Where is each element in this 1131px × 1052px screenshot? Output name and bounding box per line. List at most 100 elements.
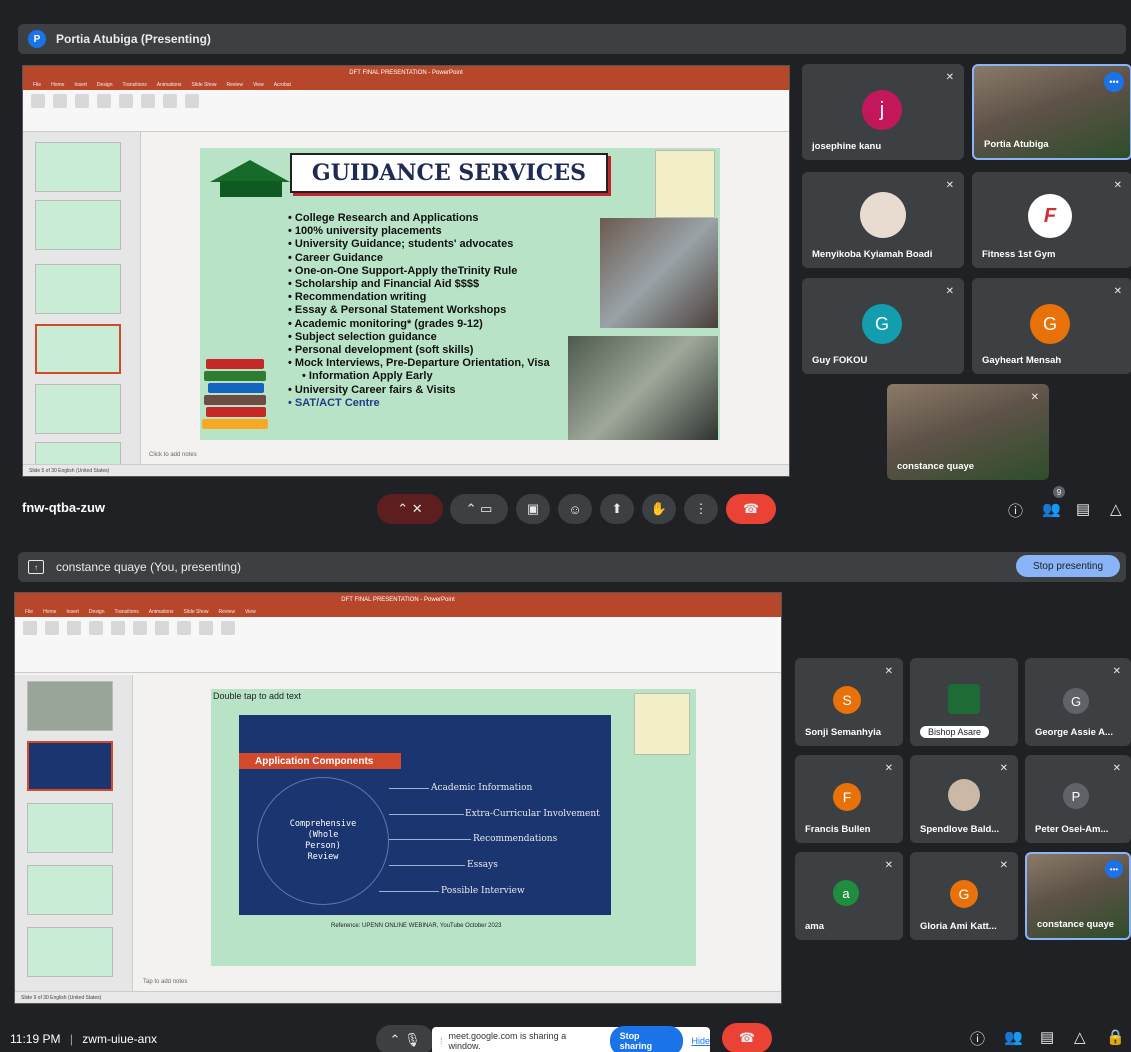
slide-thumbnail[interactable] [35,384,121,434]
stop-sharing-button[interactable]: Stop sharing [609,1026,684,1052]
double-tap-placeholder[interactable]: Double tap to add text [213,691,301,701]
slide-thumbnail-selected[interactable] [35,324,121,374]
self-view-tile[interactable]: ✕ constance quaye [887,384,1049,480]
ppt-tab[interactable]: Home [43,609,56,615]
ppt-tab[interactable]: Slide Show [184,609,209,615]
slide-thumbnail-selected[interactable] [27,741,113,791]
slide-thumbnail[interactable] [35,264,121,314]
participant-tile[interactable]: ✕ F Fitness 1st Gym [972,172,1131,268]
ppt-tab[interactable]: Review [219,609,235,615]
present-button[interactable]: ⬆ [600,494,634,524]
list-item: One-on-One Support-Apply theTrinity Rule [288,265,550,278]
slide-thumbnail[interactable] [35,200,121,250]
activities-icon[interactable]: △ [1110,500,1122,518]
notes-placeholder[interactable]: Click to add notes [149,452,197,458]
participant-tile[interactable]: ✕ G Gloria Ami Katt... [910,852,1018,940]
people-icon[interactable]: 👥 [1004,1028,1023,1046]
mic-toggle-button[interactable]: ⌃ ✕ [377,494,443,524]
ppt-tab[interactable]: Review [227,82,243,88]
slide-thumbnail[interactable] [27,927,113,977]
more-options-button[interactable]: ⋮ [684,494,718,524]
participant-tile[interactable]: ✕ G George Assie A... [1025,658,1131,746]
ppt-tab[interactable]: View [245,609,256,615]
drag-handle-icon[interactable]: ⁞ [440,1036,443,1046]
ribbon-button[interactable] [119,94,133,108]
ribbon-button[interactable] [67,621,81,635]
ribbon-button[interactable] [185,94,199,108]
ribbon-button[interactable] [23,621,37,635]
notes-placeholder[interactable]: Tap to add notes [143,979,187,985]
captions-button[interactable]: ▣ [516,494,550,524]
emoji-button[interactable]: ☺ [558,494,592,524]
info-icon[interactable]: ⓘ [1008,500,1023,521]
participant-tile-active[interactable]: ••• Portia Atubiga [972,64,1131,160]
participant-avatar: G [1063,688,1089,714]
ppt-tab[interactable]: Design [97,82,113,88]
slide-thumbnail[interactable] [35,142,121,192]
ppt-tab[interactable]: View [253,82,264,88]
participant-tile[interactable]: ✕ Spendlove Bald... [910,755,1018,843]
ribbon-button[interactable] [45,621,59,635]
ppt-tab[interactable]: Design [89,609,105,615]
participant-tile[interactable]: ✕ G Gayheart Mensah [972,278,1131,374]
ribbon-button[interactable] [177,621,191,635]
ribbon-button[interactable] [199,621,213,635]
ppt-tab[interactable]: Insert [66,609,79,615]
ribbon-button[interactable] [155,621,169,635]
leave-call-button[interactable]: ☎ [726,494,776,524]
ppt-tab[interactable]: Insert [74,82,87,88]
participant-name: George Assie A... [1035,727,1113,738]
slide-thumbnail[interactable] [27,681,113,731]
mic-toggle-button[interactable]: ⌃ 🎙 [376,1025,434,1052]
chat-icon[interactable]: ▤ [1040,1028,1054,1046]
ribbon-button[interactable] [53,94,67,108]
slide-thumbnail-panel [15,675,133,993]
raise-hand-button[interactable]: ✋ [642,494,676,524]
hide-link[interactable]: Hide [691,1036,710,1046]
ribbon-button[interactable] [97,94,111,108]
ppt-tab[interactable]: Acrobat [274,82,291,88]
chat-icon[interactable]: ▤ [1076,500,1090,518]
self-view-tile[interactable]: ••• constance quaye [1025,852,1131,940]
leave-call-button[interactable]: ☎ [722,1023,772,1052]
participant-tile[interactable]: ✕ P Peter Osei-Am... [1025,755,1131,843]
ribbon-button[interactable] [111,621,125,635]
ribbon-button[interactable] [221,621,235,635]
ppt-statusbar: Slide 5 of 30 English (United States) [23,464,789,476]
ppt-tab[interactable]: File [25,609,33,615]
ribbon-button[interactable] [31,94,45,108]
component-item: Extra-Curricular Involvement [465,809,600,819]
camera-toggle-button[interactable]: ⌃ ▭ [450,494,508,524]
list-item: Essay & Personal Statement Workshops [288,304,550,317]
ribbon-button[interactable] [75,94,89,108]
host-controls-icon[interactable]: 🔒 [1106,1028,1125,1046]
ribbon-button[interactable] [89,621,103,635]
participant-avatar: G [1030,304,1070,344]
slide-thumbnail[interactable] [27,865,113,915]
participant-tile[interactable]: ✕ j josephine kanu [802,64,964,160]
school-crest-icon [655,150,715,218]
mic-off-icon: ✕ [884,763,893,774]
participant-tile[interactable]: ✕ F Francis Bullen [795,755,903,843]
ppt-tab[interactable]: Animations [149,609,174,615]
participant-tile[interactable]: ✕ Menyikoba Kyiamah Boadi [802,172,964,268]
participant-tile[interactable]: Bishop Asare [910,658,1018,746]
ppt-tab[interactable]: Transitions [123,82,147,88]
participant-tile[interactable]: ✕ a ama [795,852,903,940]
stop-presenting-button[interactable]: Stop presenting [1016,555,1120,577]
slide-thumbnail[interactable] [27,803,113,853]
ppt-tab[interactable]: Home [51,82,64,88]
activities-icon[interactable]: △ [1074,1028,1086,1046]
ppt-tab[interactable]: Transitions [115,609,139,615]
ribbon-button[interactable] [163,94,177,108]
ribbon-button[interactable] [133,621,147,635]
ppt-tab[interactable]: Animations [157,82,182,88]
people-icon[interactable]: 👥 [1042,500,1061,518]
mic-off-icon: ✕ [1113,286,1122,297]
ppt-tab[interactable]: File [33,82,41,88]
info-icon[interactable]: ⓘ [970,1028,985,1049]
participant-tile[interactable]: ✕ S Sonji Semanhyia [795,658,903,746]
participant-tile[interactable]: ✕ G Guy FOKOU [802,278,964,374]
ribbon-button[interactable] [141,94,155,108]
ppt-tab[interactable]: Slide Show [192,82,217,88]
